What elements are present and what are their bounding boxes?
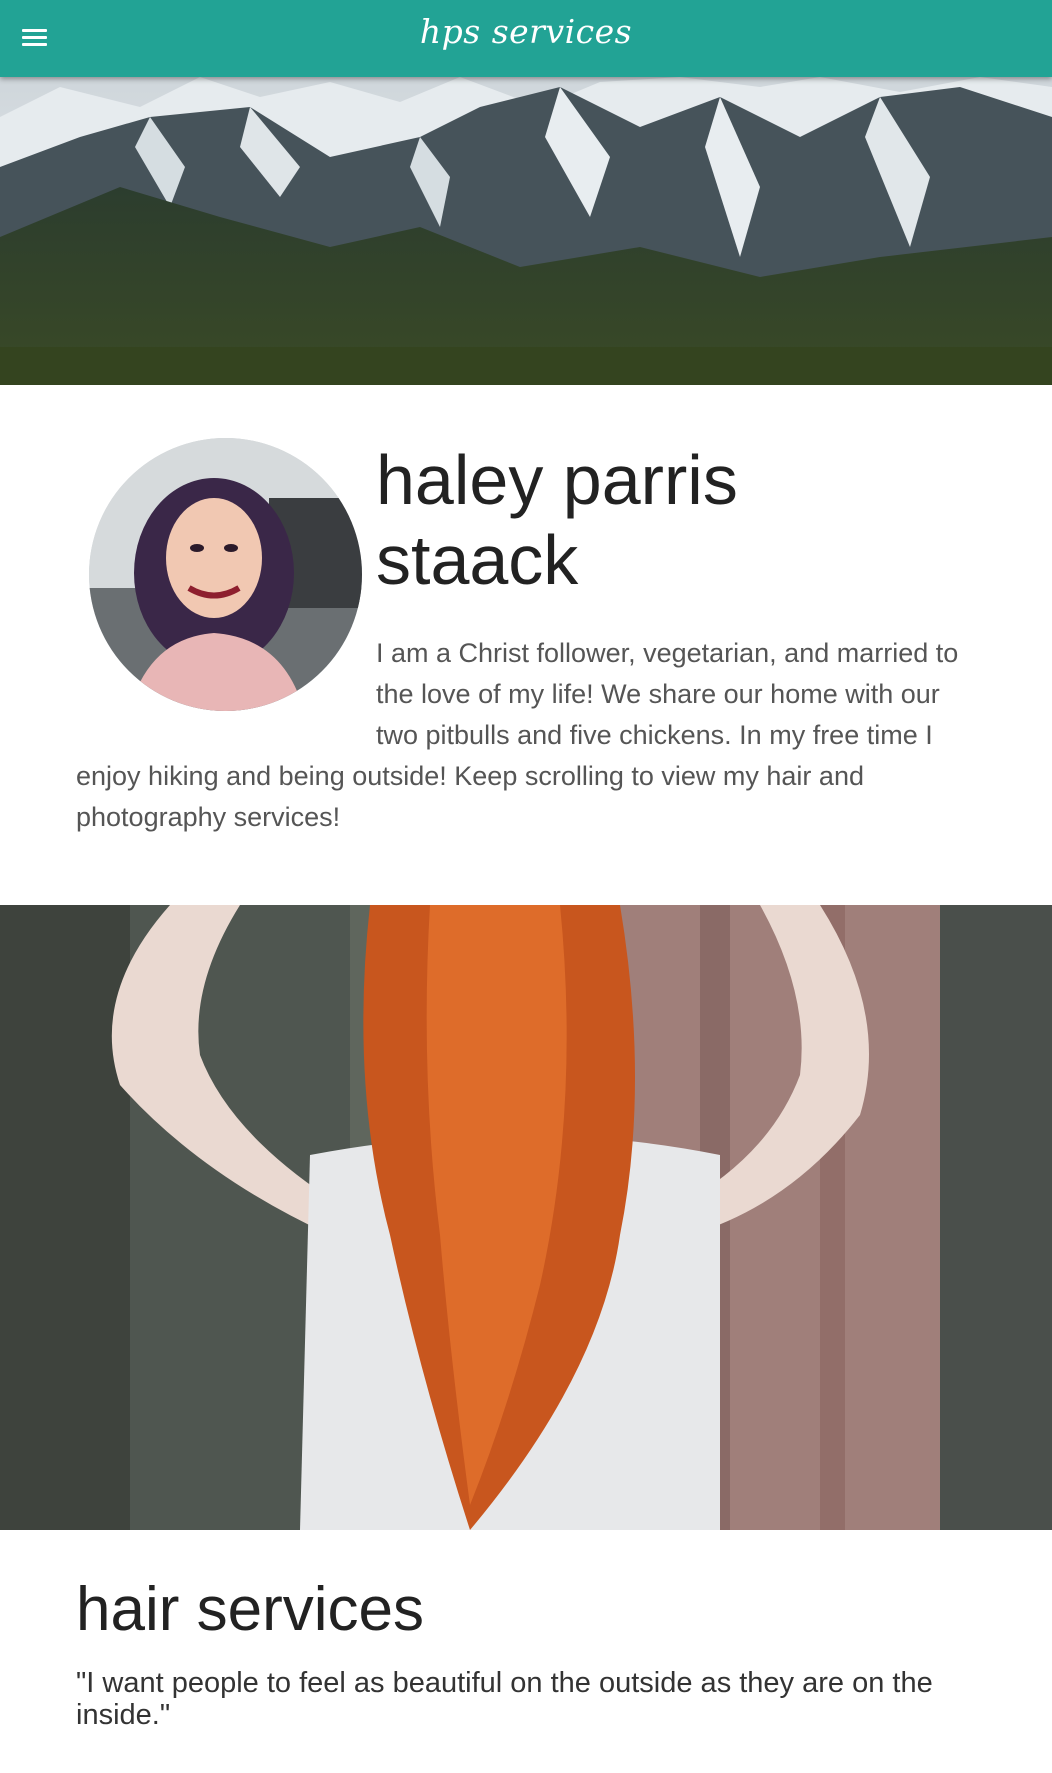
page-title: haley parris staack: [376, 441, 738, 599]
feature-hair-image: [0, 905, 1052, 1530]
avatar: [89, 438, 362, 711]
top-app-bar: hps services: [0, 0, 1052, 77]
site-title[interactable]: hps services: [0, 12, 1052, 51]
bio-line: the love of my life! We share our home w…: [376, 679, 940, 709]
bio-line: I am a Christ follower, vegetarian, and …: [376, 638, 959, 668]
hero-mountain-image: [0, 77, 1052, 385]
about-section: haley parris staack I am a Christ follow…: [0, 385, 1052, 905]
services-quote: "I want people to feel as beautiful on t…: [76, 1667, 933, 1731]
bio-line: photography services!: [76, 802, 341, 832]
hair-services-heading: hair services: [76, 1575, 424, 1644]
bio-line: two pitbulls and five chickens. In my fr…: [376, 720, 933, 750]
bio-line: enjoy hiking and being outside! Keep scr…: [76, 761, 864, 791]
